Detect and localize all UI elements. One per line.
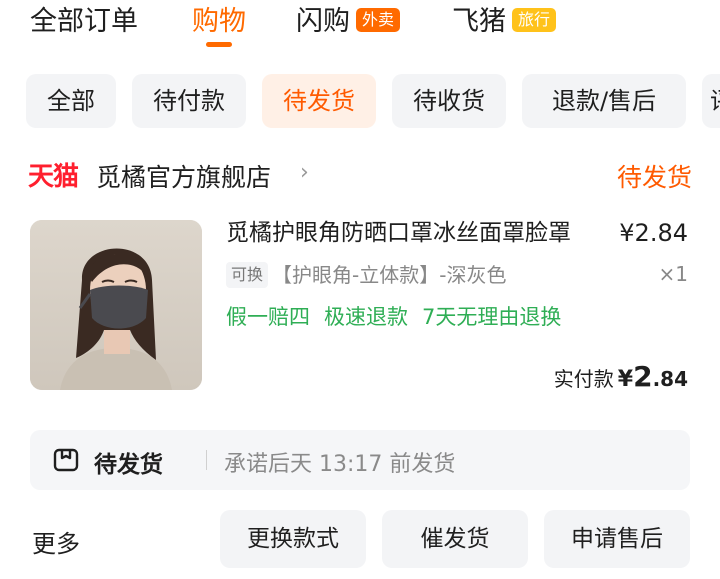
filter-refund-aftersale[interactable]: 退款/售后 (522, 74, 686, 128)
service-7day-return: 7天无理由退换 (422, 305, 562, 329)
exchangeable-tag: 可换 (226, 262, 269, 288)
tab-all-orders[interactable]: 全部订单 (30, 4, 138, 40)
filter-pending-receipt[interactable]: 待收货 (392, 74, 506, 128)
tab-shopping-label: 购物 (192, 6, 246, 37)
shop-header: 天猫 觅橘官方旗舰店 › 待发货 (28, 152, 692, 196)
filter-pending-shipment[interactable]: 待发货 (262, 74, 376, 128)
more-button[interactable]: 更多 (32, 524, 80, 559)
paid-amount: 实付款 ¥2.84 (554, 360, 688, 393)
urge-shipment-button[interactable]: 催发货 (382, 510, 528, 568)
shop-name[interactable]: 觅橘官方旗舰店 (96, 158, 271, 194)
package-icon (53, 448, 79, 472)
paid-label: 实付款 (553, 367, 614, 391)
sku-text: 【护眼角-立体款】-深灰色 (272, 263, 507, 287)
tab-flash-buy-label: 闪购 (296, 6, 350, 37)
tmall-logo: 天猫 (28, 162, 79, 192)
paid-decimal: .84 (652, 367, 688, 391)
service-fake-compensation: 假一赔四 (226, 305, 310, 329)
shipping-status: 待发货 (94, 452, 163, 478)
filter-all[interactable]: 全部 (26, 74, 116, 128)
product-image[interactable] (30, 220, 202, 390)
filter-pending-payment[interactable]: 待付款 (132, 74, 246, 128)
divider (206, 450, 207, 470)
sku-row[interactable]: 可换 【护眼角-立体款】-深灰色 (226, 260, 506, 290)
tab-fliggy[interactable]: 飞猪 旅行 (452, 4, 557, 40)
tab-shopping[interactable]: 购物 (192, 4, 246, 40)
tab-all-orders-label: 全部订单 (30, 6, 138, 37)
order-category-tabs: 全部订单 购物 闪购 外卖 飞猪 旅行 (0, 0, 720, 56)
shipping-promise: 承诺后天 13:17 前发货 (224, 452, 456, 477)
change-style-button[interactable]: 更换款式 (220, 510, 366, 568)
paid-integer: 2 (633, 360, 653, 393)
paid-currency: ¥ (617, 367, 634, 392)
tab-fliggy-label: 飞猪 (452, 6, 506, 37)
quantity: ×1 (658, 262, 688, 286)
service-guarantees: 假一赔四 极速退款 7天无理由退换 (226, 302, 575, 332)
shipping-info[interactable]: 待发货 承诺后天 13:17 前发货 (30, 430, 690, 490)
order-status-filter: 全部 待付款 待发货 待收货 退款/售后 评 (0, 74, 720, 128)
product-price: ¥2.84 (619, 219, 688, 247)
product-title[interactable]: 觅橘护眼角防晒口罩冰丝面罩脸罩 (226, 216, 571, 250)
chevron-right-icon[interactable]: › (300, 160, 309, 185)
filter-review[interactable]: 评 (702, 74, 720, 128)
takeout-badge: 外卖 (356, 7, 401, 32)
active-tab-indicator (206, 42, 232, 47)
travel-badge: 旅行 (512, 7, 557, 32)
mask-model-illustration (30, 220, 202, 390)
service-fast-refund: 极速退款 (324, 305, 408, 329)
order-status: 待发货 (616, 163, 692, 192)
tab-flash-buy[interactable]: 闪购 外卖 (296, 4, 401, 40)
apply-aftersale-button[interactable]: 申请售后 (544, 510, 690, 568)
